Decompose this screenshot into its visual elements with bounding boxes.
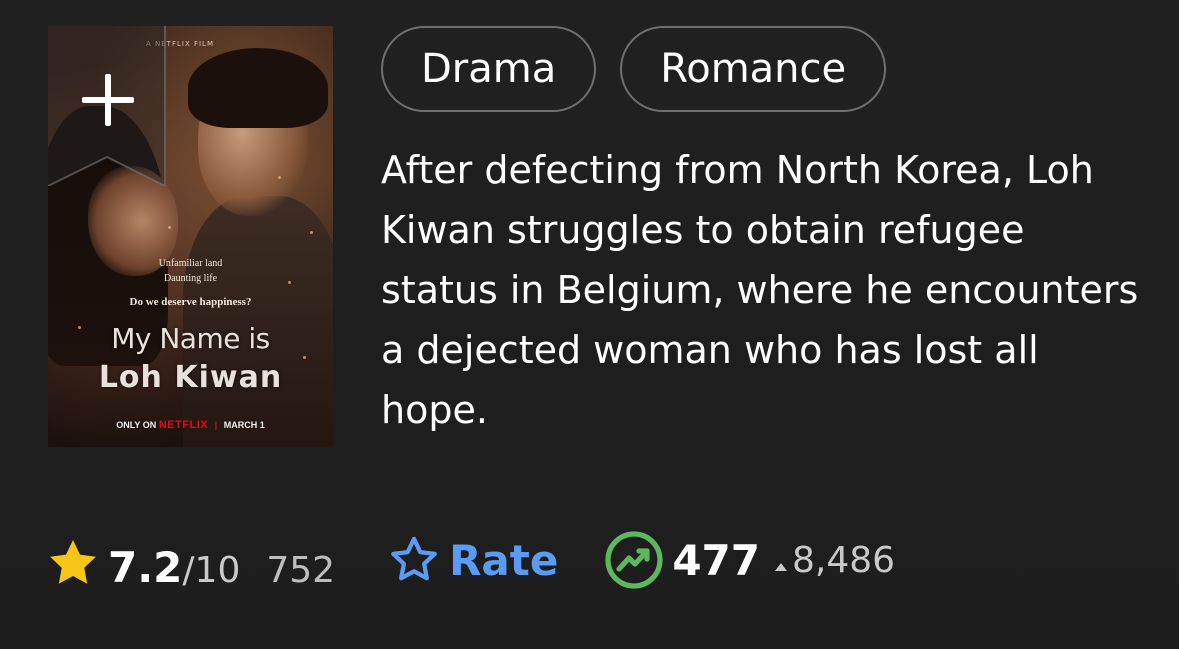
star-icon	[46, 528, 100, 584]
rate-label: Rate	[449, 535, 559, 585]
star-outline-icon	[387, 533, 441, 587]
trending-up-icon	[604, 530, 664, 590]
poster-footer: ONLY ON NETFLIX | MARCH 1	[48, 419, 333, 431]
poster-spark	[310, 231, 313, 234]
poster-spark	[303, 356, 306, 359]
poster-title: Loh Kiwan	[98, 360, 283, 395]
poster-title: My Name is	[111, 322, 270, 355]
poster-date: MARCH 1	[223, 420, 265, 430]
poster-art-man-hair	[188, 48, 328, 128]
poster-divider: |	[214, 420, 218, 430]
poster-tagline: Unfamiliar land	[158, 258, 223, 269]
poster[interactable]: A NETFLIX FILM Unfamiliar land Daunting …	[48, 26, 333, 447]
genre-chip-drama[interactable]: Drama	[381, 26, 597, 112]
popularity-delta-value: 8,486	[791, 539, 896, 581]
rating-max: /10	[182, 550, 241, 591]
genre-chips: Drama Romance	[381, 26, 887, 112]
popularity-value: 477	[672, 535, 760, 585]
rate-button[interactable]: Rate	[387, 533, 558, 587]
poster-spark	[168, 226, 171, 229]
imdb-rating[interactable]: 7.2 /10 752	[46, 528, 335, 592]
popularity-meter[interactable]: 477 8,486	[604, 530, 895, 590]
genre-chip-romance[interactable]: Romance	[620, 26, 887, 112]
poster-spark	[278, 176, 281, 179]
poster-only-on: ONLY ON	[116, 420, 157, 430]
caret-up-icon	[774, 540, 788, 581]
title-overview: A NETFLIX FILM Unfamiliar land Daunting …	[0, 0, 1179, 649]
stats-row: 7.2 /10 752 Rate 477 8,486	[46, 528, 895, 592]
rating-value: 7.2	[108, 543, 183, 592]
poster-tagline: Do we deserve happiness?	[129, 296, 252, 308]
rating-count: 752	[266, 550, 336, 591]
poster-tagline: Daunting life	[163, 273, 218, 284]
popularity-delta: 8,486	[774, 540, 895, 581]
poster-network: NETFLIX	[158, 419, 209, 431]
plot-description[interactable]: After defecting from North Korea, Loh Ki…	[381, 140, 1141, 440]
plus-icon[interactable]	[78, 70, 138, 130]
